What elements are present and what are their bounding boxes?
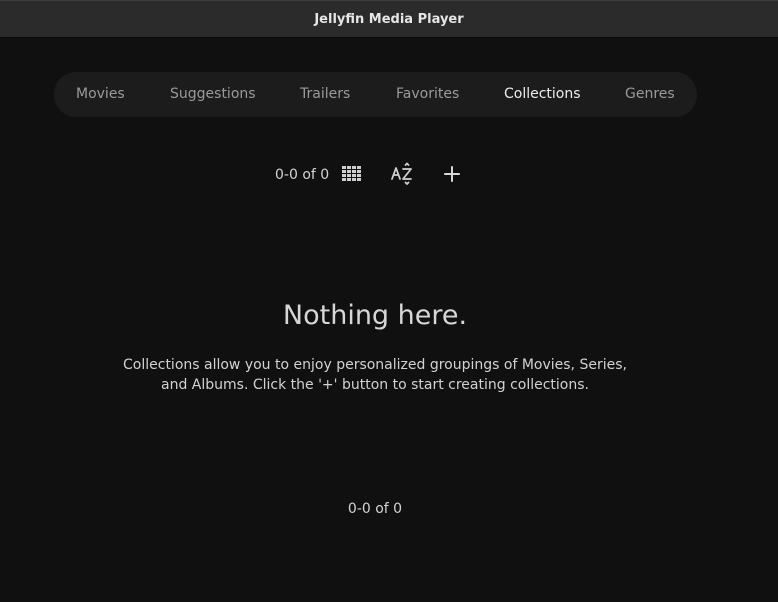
title-bar: Jellyfin Media Player [0,0,778,38]
sort-button[interactable] [387,159,417,189]
empty-state-title: Nothing here. [282,300,468,331]
app-window: Jellyfin Media Player Movies Suggestions… [0,0,778,602]
tab-collections[interactable]: Collections [504,72,581,117]
tab-favorites[interactable]: Favorites [396,72,459,117]
tab-movies[interactable]: Movies [76,72,125,117]
view-mode-button[interactable] [337,159,367,189]
library-tab-bar: Movies Suggestions Trailers Favorites Co… [54,72,697,117]
tab-trailers[interactable]: Trailers [300,72,350,117]
sort-az-icon [391,162,412,185]
add-collection-button[interactable] [437,159,467,189]
tab-suggestions[interactable]: Suggestions [170,72,256,117]
window-title: Jellyfin Media Player [314,11,464,27]
tab-genres[interactable]: Genres [625,72,675,117]
grid-view-icon [342,166,361,181]
pagination-count: 0-0 of 0 [347,501,403,517]
item-count: 0-0 of 0 [275,167,330,183]
empty-state-description: Collections allow you to enjoy personali… [123,357,627,393]
add-icon [444,166,460,182]
